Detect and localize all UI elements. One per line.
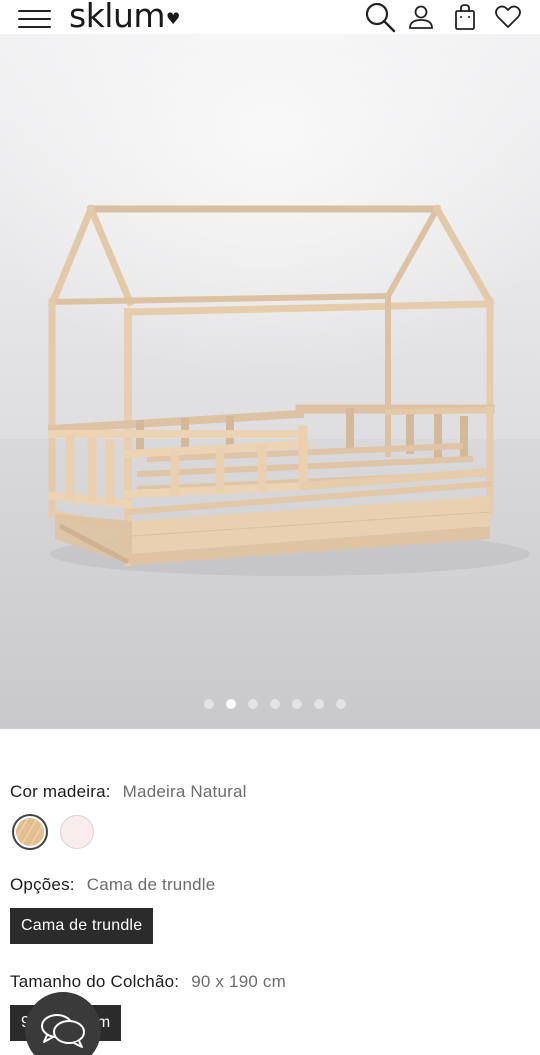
options-row: Opções: Cama de trundle — [10, 875, 215, 895]
menu-icon[interactable] — [18, 7, 52, 29]
site-header: sklum♥ — [0, 0, 540, 35]
gallery-dot[interactable] — [336, 699, 346, 709]
logo-text: sklum — [69, 0, 166, 35]
mattress-label: Tamanho do Colchão: — [10, 972, 180, 991]
gallery-dot-active[interactable] — [226, 699, 236, 709]
options-value: Cama de trundle — [86, 875, 216, 894]
gallery-pagination — [0, 699, 540, 709]
user-icon[interactable] — [403, 0, 439, 34]
mattress-value: 90 x 190 cm — [191, 972, 286, 991]
gallery-dot[interactable] — [248, 699, 258, 709]
logo[interactable]: sklum♥ — [69, 0, 180, 35]
gallery-dot[interactable] — [270, 699, 280, 709]
wood-color-row: Cor madeira: Madeira Natural — [10, 782, 247, 802]
swatch-pink[interactable] — [60, 815, 94, 849]
gallery-dot[interactable] — [204, 699, 214, 709]
chat-icon — [41, 1014, 85, 1048]
wood-color-value: Madeira Natural — [122, 782, 247, 801]
bag-icon[interactable] — [447, 0, 483, 34]
logo-heart-icon: ♥ — [166, 9, 180, 28]
heart-icon[interactable] — [490, 0, 526, 34]
swatch-natural-wood[interactable] — [12, 814, 48, 850]
option-trundle-button[interactable]: Cama de trundle — [10, 908, 154, 944]
wood-color-label: Cor madeira: — [10, 782, 111, 801]
gallery-dot[interactable] — [292, 699, 302, 709]
gallery-dot[interactable] — [314, 699, 324, 709]
mattress-row: Tamanho do Colchão: 90 x 190 cm — [10, 972, 286, 992]
search-icon[interactable] — [362, 0, 398, 34]
product-image[interactable] — [0, 34, 540, 729]
chat-button[interactable] — [25, 992, 101, 1055]
options-label: Opções: — [10, 875, 75, 894]
